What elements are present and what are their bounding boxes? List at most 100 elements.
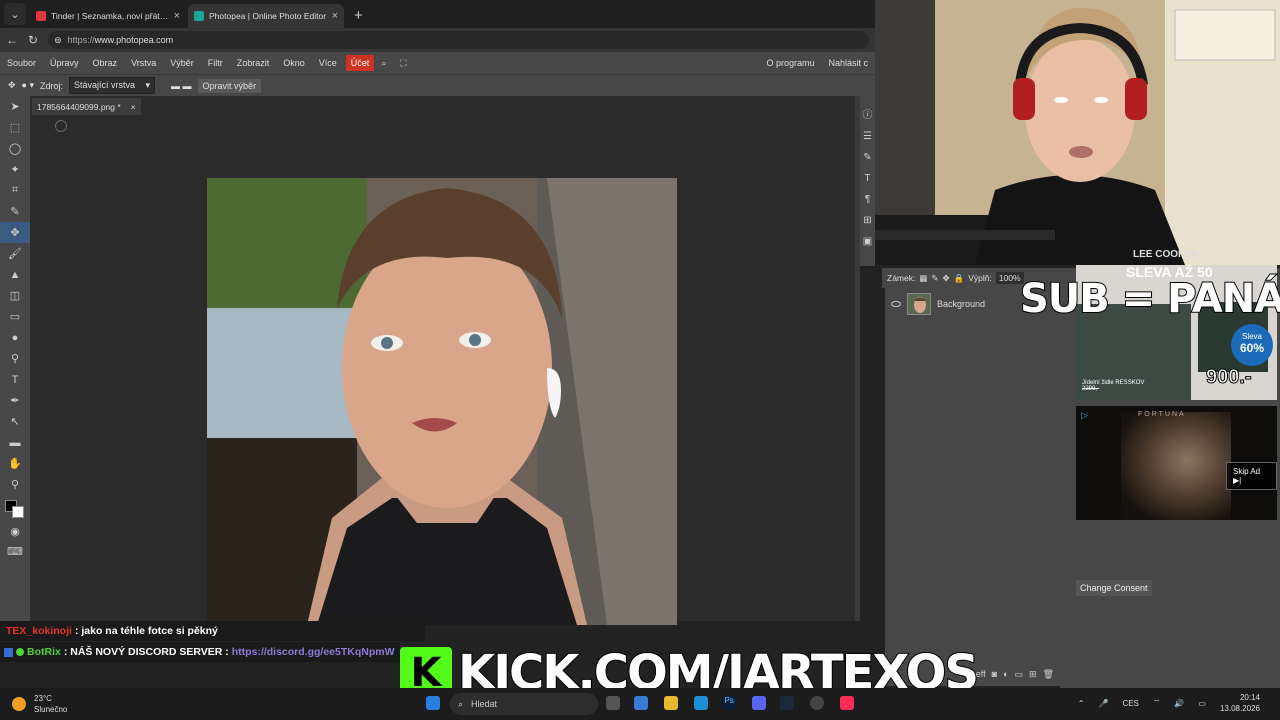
menu-filtr[interactable]: Filtr bbox=[201, 58, 230, 68]
tab-title: Photopea | Online Photo Editor bbox=[209, 11, 327, 21]
menu-zobrazit[interactable]: Zobrazit bbox=[230, 58, 277, 68]
microphone-icon[interactable]: 🎤 bbox=[1098, 699, 1108, 708]
start-icon[interactable] bbox=[426, 696, 440, 710]
clock[interactable]: 20:14 13.08.2026 bbox=[1220, 692, 1260, 714]
mask-icon[interactable]: ◙ bbox=[992, 669, 997, 679]
weather-widget[interactable]: 23°C Slunečno bbox=[12, 693, 67, 715]
tab-search-button[interactable]: ⌄ bbox=[4, 3, 26, 25]
close-tab-icon[interactable]: × bbox=[332, 10, 338, 22]
canvas-image[interactable] bbox=[207, 178, 677, 625]
trash-icon[interactable]: 🗑 bbox=[1043, 669, 1054, 680]
close-tab-icon[interactable]: × bbox=[174, 10, 180, 22]
tiktok-icon[interactable] bbox=[840, 696, 854, 710]
eye-icon[interactable] bbox=[891, 301, 901, 307]
gradient-tool-icon[interactable]: ▭ bbox=[0, 306, 30, 327]
menu-report[interactable]: Nahlásit c bbox=[821, 58, 875, 68]
mode-toggle-icon[interactable]: ▬ ▬ bbox=[171, 81, 192, 91]
move-tool-icon[interactable]: ➤ bbox=[0, 96, 30, 117]
blur-tool-icon[interactable]: ● bbox=[0, 327, 30, 348]
menu-vrstva[interactable]: Vrstva bbox=[124, 58, 163, 68]
app-icon[interactable] bbox=[810, 696, 824, 710]
path-select-tool-icon[interactable]: ↖ bbox=[0, 411, 30, 432]
search-icon[interactable]: ⌕ bbox=[374, 58, 393, 69]
folder-icon[interactable]: ▭ bbox=[1015, 669, 1024, 680]
marquee-tool-icon[interactable]: ⬚ bbox=[0, 117, 30, 138]
menu-upravy[interactable]: Úpravy bbox=[43, 58, 86, 68]
back-icon[interactable]: ← bbox=[6, 33, 18, 47]
fix-selection-button[interactable]: Opravit výběr bbox=[197, 78, 262, 93]
edge-icon[interactable] bbox=[694, 696, 708, 710]
brush-tool-icon[interactable]: 🖌 bbox=[0, 243, 30, 264]
ad-video-frame bbox=[1121, 412, 1231, 520]
magic-wand-tool-icon[interactable]: ✦ bbox=[0, 159, 30, 180]
file-explorer-icon[interactable] bbox=[664, 696, 678, 710]
info-icon[interactable]: ⓘ bbox=[863, 106, 873, 121]
reload-icon[interactable]: ↻ bbox=[28, 33, 38, 47]
properties-icon[interactable]: ☰ bbox=[863, 131, 872, 142]
taskbar-search[interactable]: ⌕ Hledat bbox=[450, 693, 598, 715]
menu-vice[interactable]: Více bbox=[312, 58, 344, 68]
skip-ad-button[interactable]: Skip Ad ▶| bbox=[1226, 462, 1277, 490]
menu-soubor[interactable]: Soubor bbox=[0, 58, 43, 68]
adjustment-icon[interactable]: ◐ bbox=[1003, 669, 1008, 679]
battery-icon[interactable]: ▭ bbox=[1198, 699, 1206, 708]
character-icon[interactable]: T bbox=[864, 173, 870, 184]
lock-all-icon[interactable]: 🔒 bbox=[954, 273, 965, 284]
screen-mode-icon[interactable]: ⌨ bbox=[0, 541, 30, 562]
type-tool-icon[interactable]: T bbox=[0, 369, 30, 390]
background-color-swatch[interactable] bbox=[12, 506, 24, 518]
app-icon[interactable] bbox=[634, 696, 648, 710]
hand-tool-icon[interactable]: ✋ bbox=[0, 453, 30, 474]
healing-tool-icon[interactable]: ✥ bbox=[0, 222, 30, 243]
tab-photopea[interactable]: Photopea | Online Photo Editor × bbox=[188, 4, 344, 28]
new-tab-button[interactable]: + bbox=[354, 7, 363, 24]
photoshop-icon[interactable]: Ps bbox=[722, 696, 736, 710]
fullscreen-icon[interactable]: ⛶ bbox=[393, 58, 413, 69]
video-ad[interactable]: ▷ FORTUNA Skip Ad ▶| bbox=[1076, 406, 1277, 520]
document-tab[interactable]: 1785664409099.png * × bbox=[32, 98, 141, 115]
account-button[interactable]: Účet bbox=[345, 55, 375, 71]
dodge-tool-icon[interactable]: ⚲ bbox=[0, 348, 30, 369]
close-document-icon[interactable]: × bbox=[131, 102, 136, 112]
effects-icon[interactable]: eff bbox=[976, 669, 986, 679]
lock-brush-icon[interactable]: ✎ bbox=[931, 273, 938, 284]
menu-okno[interactable]: Okno bbox=[276, 58, 312, 68]
photopea-favicon-icon bbox=[194, 11, 204, 21]
shape-tool-icon[interactable]: ▬ bbox=[0, 432, 30, 453]
volume-icon[interactable]: 🔊 bbox=[1174, 699, 1184, 708]
stamp-tool-icon[interactable]: ▲ bbox=[0, 264, 30, 285]
ad-play-icon[interactable]: ▷ bbox=[1081, 410, 1088, 421]
chat-link[interactable]: https://discord.gg/ee5TKqNpmW bbox=[232, 646, 395, 658]
source-select[interactable]: Stávající vrstva ▾ bbox=[69, 77, 156, 94]
eraser-tool-icon[interactable]: ◫ bbox=[0, 285, 30, 306]
paragraph-icon[interactable]: ¶ bbox=[865, 194, 870, 205]
change-consent-button[interactable]: Change Consent bbox=[1076, 580, 1152, 596]
pen-tool-icon[interactable]: ✒ bbox=[0, 390, 30, 411]
tab-tinder[interactable]: Tinder | Seznamka, noví přátelé, n × bbox=[30, 4, 186, 28]
address-bar[interactable]: ⊜ https://www.photopea.com bbox=[48, 31, 869, 49]
site-info-icon[interactable]: ⊜ bbox=[54, 35, 62, 46]
crop-tool-icon[interactable]: ⌗ bbox=[0, 180, 30, 201]
menu-vyber[interactable]: Výběr bbox=[163, 58, 201, 68]
lock-move-icon[interactable]: ✥ bbox=[943, 273, 950, 284]
css-icon[interactable]: ⊞ bbox=[863, 215, 871, 226]
task-view-icon[interactable] bbox=[606, 696, 620, 710]
chevron-up-icon[interactable]: ⌃ bbox=[1078, 699, 1085, 708]
lock-transparency-icon[interactable]: ▦ bbox=[919, 273, 927, 284]
brush-panel-icon[interactable]: ✎ bbox=[863, 152, 871, 163]
discord-icon[interactable] bbox=[752, 696, 766, 710]
image-icon[interactable]: ▣ bbox=[863, 236, 872, 247]
search-icon: ⌕ bbox=[458, 698, 464, 709]
language-indicator[interactable]: CES bbox=[1122, 699, 1138, 708]
steam-icon[interactable] bbox=[780, 696, 794, 710]
zoom-tool-icon[interactable]: ⚲ bbox=[0, 474, 30, 495]
eyedropper-tool-icon[interactable]: ✎ bbox=[0, 201, 30, 222]
new-layer-icon[interactable]: ⊞ bbox=[1029, 669, 1037, 680]
chat-text: : jako na téhle fotce si pěkný bbox=[74, 625, 218, 637]
wifi-icon[interactable]: ⌔ bbox=[1153, 698, 1161, 708]
quick-mask-icon[interactable]: ◉ bbox=[0, 521, 30, 542]
menu-about[interactable]: O programu bbox=[759, 58, 821, 68]
brush-preset-picker[interactable]: ● ▾ bbox=[22, 80, 34, 91]
lasso-tool-icon[interactable]: ◯ bbox=[0, 138, 30, 159]
menu-obraz[interactable]: Obraz bbox=[86, 58, 125, 68]
